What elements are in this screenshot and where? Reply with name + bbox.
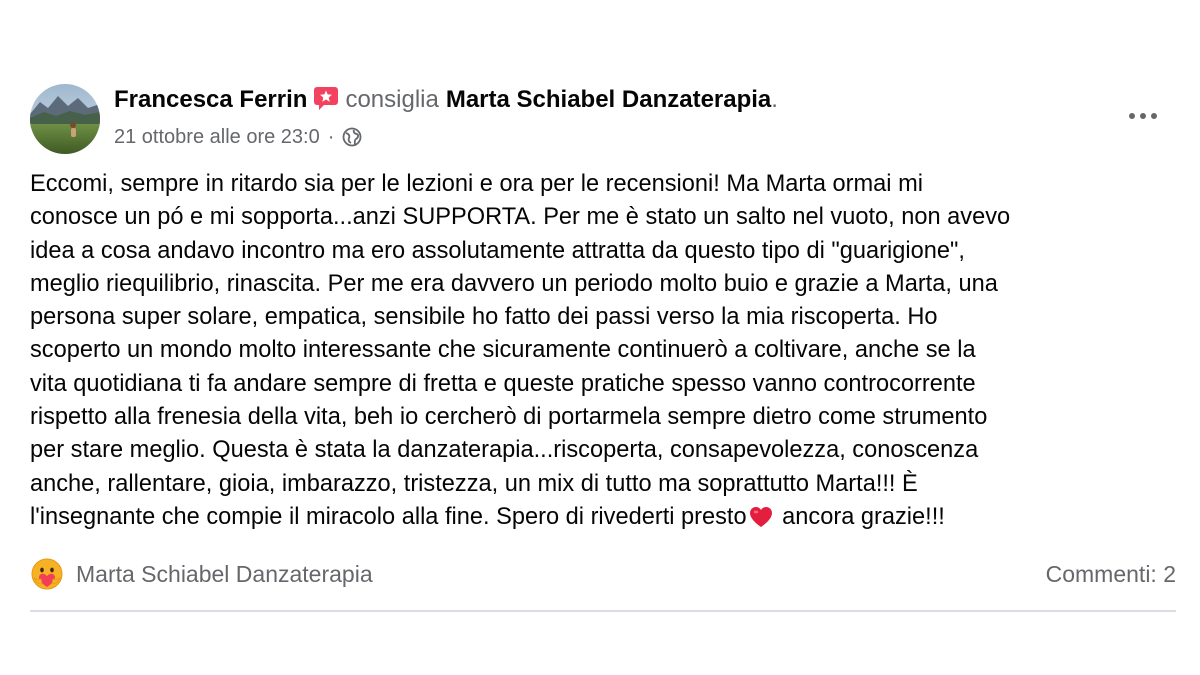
post-header: Francesca Ferrin consiglia Marta Schiabe… xyxy=(114,84,778,116)
header-period: . xyxy=(771,86,778,113)
post-body-line: scoperto un mondo molto interessante che… xyxy=(30,337,976,364)
reaction-page-name[interactable]: Marta Schiabel Danzaterapia xyxy=(76,561,373,588)
last-line-end-text: ancora grazie!!! xyxy=(775,503,945,530)
recommend-badge-icon xyxy=(313,85,339,111)
post-body-line: rispetto alla frenesia della vita, beh i… xyxy=(30,404,988,431)
post-meta: 21 ottobre alle ore 23:0 · xyxy=(114,123,362,151)
post-body-line: vita quotidiana ti fa andare sempre di f… xyxy=(30,370,976,397)
meta-separator: · xyxy=(327,125,335,148)
post-body-last-line: l'insegnante che compie il miracolo alla… xyxy=(30,501,1180,534)
post-body-line: conosce un pó e mi sopporta...anzi SUPPO… xyxy=(30,204,1011,231)
comments-count-link[interactable]: Commenti: 2 xyxy=(1046,561,1176,588)
globe-icon[interactable] xyxy=(342,127,362,147)
red-heart-icon xyxy=(748,505,774,529)
more-options-button[interactable] xyxy=(1126,104,1160,128)
recommendation-post: Francesca Ferrin consiglia Marta Schiabe… xyxy=(0,0,1200,675)
post-body-line: persona super solare, empatica, sensibil… xyxy=(30,304,938,331)
post-body-line: anche, rallentare, gioia, imbarazzo, tri… xyxy=(30,470,918,497)
author-avatar[interactable] xyxy=(30,84,100,154)
post-body-line: Eccomi, sempre in ritardo sia per le lez… xyxy=(30,171,923,197)
recommend-verb: consiglia xyxy=(345,86,439,113)
post-body-line: meglio riequilibrio, rinascita. Per me e… xyxy=(30,270,998,297)
post-body-line: idea a cosa andavo incontro ma ero assol… xyxy=(30,237,965,264)
care-reaction-icon[interactable] xyxy=(30,557,64,591)
post-divider xyxy=(30,610,1176,612)
last-line-text: l'insegnante che compie il miracolo alla… xyxy=(30,503,747,530)
post-body-line: per stare meglio. Questa è stata la danz… xyxy=(30,437,979,464)
avatar-photo xyxy=(30,84,100,154)
more-options-icon xyxy=(1129,113,1157,119)
page-name-link[interactable]: Marta Schiabel Danzaterapia xyxy=(446,86,771,114)
author-name-link[interactable]: Francesca Ferrin xyxy=(114,86,307,114)
post-footer: Marta Schiabel Danzaterapia Commenti: 2 xyxy=(30,556,1176,592)
post-body: Eccomi, sempre in ritardo sia per le lez… xyxy=(30,168,1180,534)
post-timestamp[interactable]: 21 ottobre alle ore 23:0 xyxy=(114,126,320,149)
